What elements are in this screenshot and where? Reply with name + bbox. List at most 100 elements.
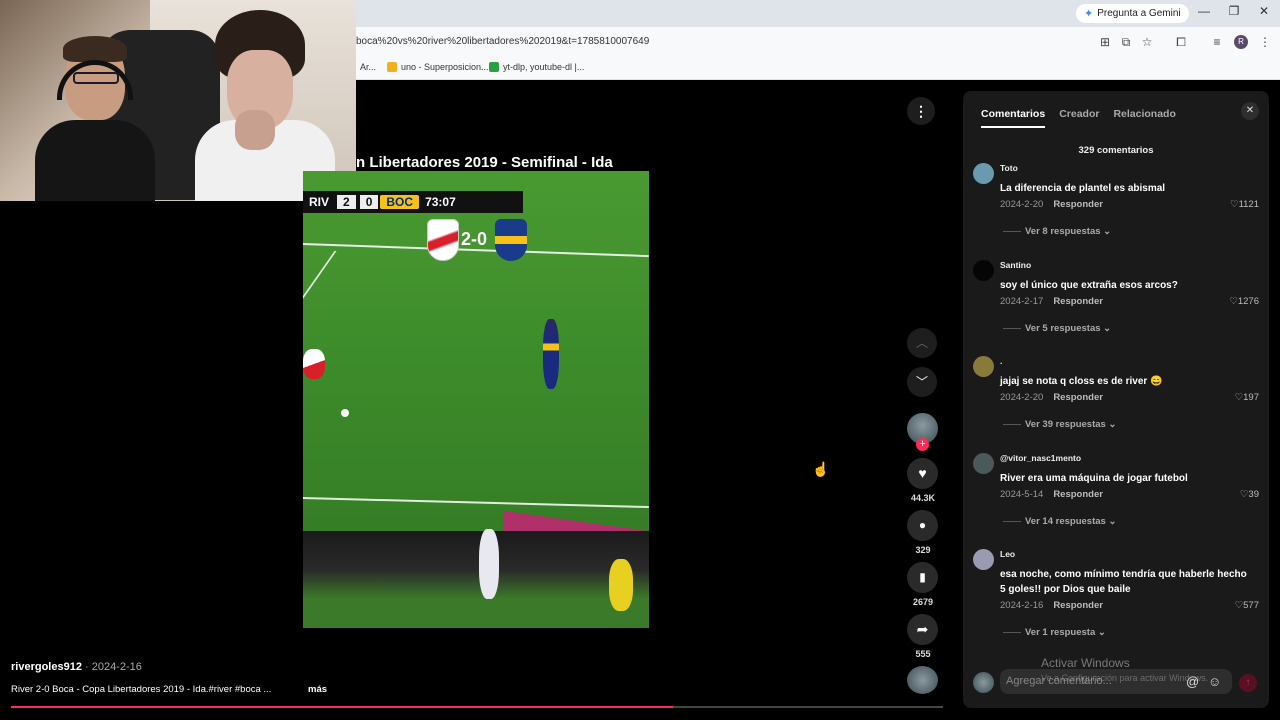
comment-meta: 2024-2-20 Responder bbox=[1000, 199, 1103, 210]
save-button[interactable]: ▮ bbox=[907, 562, 938, 593]
reply-button[interactable]: Responder bbox=[1053, 600, 1103, 611]
reply-button[interactable]: Responder bbox=[1053, 489, 1103, 500]
share-count: 555 bbox=[915, 649, 931, 659]
tab-related[interactable]: Relacionado bbox=[1113, 108, 1175, 128]
view-replies-button[interactable]: Ver 39 respuestas ⌄ bbox=[1003, 419, 1116, 430]
scorebug: RIV 2 0 BOC 73:07 bbox=[303, 191, 523, 213]
next-video-button[interactable]: ﹀ bbox=[907, 367, 937, 397]
heart-outline-icon: ♡ bbox=[1234, 600, 1244, 611]
translate-icon[interactable]: ⊞ bbox=[1098, 35, 1112, 49]
emoji-icon[interactable]: ☺ bbox=[1208, 674, 1221, 689]
away-team: BOC bbox=[380, 195, 420, 209]
more-options-button[interactable]: ⋮ bbox=[907, 97, 935, 125]
commenter-avatar[interactable] bbox=[973, 356, 994, 377]
bookmark-item[interactable]: uno - Superposicion... bbox=[387, 62, 489, 72]
view-replies-label: Ver 8 respuestas bbox=[1025, 226, 1101, 237]
profile-avatar[interactable]: R bbox=[1234, 35, 1248, 49]
view-replies-label: Ver 5 respuestas bbox=[1025, 323, 1101, 334]
comment-like-button[interactable]: ♡1276 bbox=[1229, 296, 1259, 307]
view-replies-button[interactable]: Ver 14 respuestas ⌄ bbox=[1003, 516, 1116, 527]
share-button[interactable]: ➦ bbox=[907, 614, 938, 645]
commenter-name[interactable]: Santino bbox=[1000, 260, 1031, 270]
comment-meta: 2024-2-20 Responder bbox=[1000, 392, 1103, 403]
heart-outline-icon: ♡ bbox=[1234, 392, 1244, 403]
commenter-name[interactable]: @vitor_nasc1mento bbox=[1000, 453, 1081, 463]
commenter-name[interactable]: Leo bbox=[1000, 549, 1015, 559]
bookmark-favicon-icon bbox=[387, 62, 397, 72]
comment-date: 2024-2-17 bbox=[1000, 296, 1044, 307]
close-window-icon[interactable]: ✕ bbox=[1254, 4, 1274, 18]
commenter-avatar[interactable] bbox=[973, 260, 994, 281]
commenter-avatar[interactable] bbox=[973, 163, 994, 184]
comment-like-button[interactable]: ♡1121 bbox=[1230, 199, 1259, 210]
follow-plus-icon[interactable]: + bbox=[916, 438, 929, 451]
video-progress-bar[interactable] bbox=[11, 706, 943, 708]
post-date: · 2024-2-16 bbox=[81, 661, 142, 673]
music-disc-avatar[interactable] bbox=[907, 666, 938, 694]
panel-tabs: Comentarios Creador Relacionado bbox=[981, 108, 1176, 128]
comment-text: River era uma máquina de jogar futebol bbox=[1000, 473, 1188, 484]
like-button[interactable]: ♥ bbox=[907, 458, 938, 489]
windows-activation-title: Activar Windows bbox=[1041, 656, 1130, 670]
streamer-left bbox=[35, 36, 155, 201]
bookmark-item[interactable]: yt-dlp, youtube-dl |... bbox=[489, 62, 584, 72]
commenter-avatar[interactable] bbox=[973, 453, 994, 474]
view-replies-button[interactable]: Ver 8 respuestas ⌄ bbox=[1003, 226, 1111, 237]
view-replies-button[interactable]: Ver 1 respuesta ⌄ bbox=[1003, 627, 1106, 638]
minimize-icon[interactable]: — bbox=[1194, 4, 1214, 18]
reply-button[interactable]: Responder bbox=[1053, 392, 1103, 403]
heart-outline-icon: ♡ bbox=[1229, 296, 1238, 307]
commenter-avatar[interactable] bbox=[973, 549, 994, 570]
extensions-icon[interactable]: ⧠ bbox=[1174, 35, 1188, 49]
windows-activation-subtitle: Ve a Configuración para activar Windows. bbox=[1041, 673, 1209, 683]
media-icon[interactable]: ≡ bbox=[1210, 35, 1224, 49]
tab-comments[interactable]: Comentarios bbox=[981, 108, 1046, 128]
author-line[interactable]: rivergoles912 · 2024-2-16 bbox=[11, 661, 142, 673]
bookmark-item[interactable]: Ar... bbox=[360, 62, 376, 72]
like-count: 44.3K bbox=[910, 493, 936, 503]
comment-like-button[interactable]: ♡197 bbox=[1235, 392, 1259, 403]
video-title: n Libertadores 2019 - Semifinal - Ida bbox=[356, 154, 613, 171]
home-score: 2 bbox=[337, 195, 356, 209]
sideline-crowd bbox=[303, 531, 649, 628]
caption-more-link[interactable]: más bbox=[308, 684, 327, 695]
save-count: 2679 bbox=[912, 597, 934, 607]
restore-icon[interactable]: ❐ bbox=[1224, 4, 1244, 18]
gemini-button[interactable]: ✦ Pregunta a Gemini bbox=[1076, 4, 1189, 23]
bookmark-favicon-icon bbox=[489, 62, 499, 72]
commenter-name[interactable]: . bbox=[1000, 356, 1002, 366]
previous-video-button[interactable]: ︿ bbox=[907, 328, 937, 358]
comment-date: 2024-2-20 bbox=[1000, 199, 1044, 210]
comment-text: soy el único que extraña esos arcos? bbox=[1000, 280, 1178, 291]
comment-like-button[interactable]: ♡39 bbox=[1240, 489, 1259, 500]
cast-icon[interactable]: ⧉ bbox=[1119, 35, 1133, 49]
comment-button[interactable]: ● bbox=[907, 510, 938, 541]
comment-like-button[interactable]: ♡577 bbox=[1235, 600, 1259, 611]
kebab-menu-icon[interactable]: ⋮ bbox=[1258, 35, 1272, 49]
comment-count: 329 bbox=[915, 545, 931, 555]
comment-text: esa noche, como mínimo tendría que haber… bbox=[1000, 569, 1247, 595]
comment-like-count: 577 bbox=[1243, 600, 1259, 611]
send-button[interactable]: ↑ bbox=[1239, 674, 1257, 692]
home-team: RIV bbox=[309, 195, 330, 209]
author-name[interactable]: rivergoles912 bbox=[11, 661, 82, 673]
commenter-name[interactable]: Toto bbox=[1000, 163, 1018, 173]
tab-creator[interactable]: Creador bbox=[1059, 108, 1099, 128]
heart-outline-icon: ♡ bbox=[1230, 199, 1239, 210]
reply-button[interactable]: Responder bbox=[1053, 199, 1103, 210]
address-bar[interactable]: boca%20vs%20river%20libertadores%202019&… bbox=[356, 31, 1096, 53]
match-clock: 73:07 bbox=[425, 195, 456, 209]
view-replies-button[interactable]: Ver 5 respuestas ⌄ bbox=[1003, 323, 1111, 334]
reply-button[interactable]: Responder bbox=[1053, 296, 1103, 307]
my-avatar bbox=[973, 672, 994, 693]
chevron-down-icon: ⌄ bbox=[1108, 419, 1117, 430]
comment-meta: 2024-2-17 Responder bbox=[1000, 296, 1103, 307]
bookmark-star-icon[interactable]: ☆ bbox=[1140, 35, 1154, 49]
player-boca bbox=[543, 319, 559, 389]
gemini-spark-icon: ✦ bbox=[1084, 8, 1094, 20]
video-player[interactable]: RIV 2 0 BOC 73:07 2-0 bbox=[303, 171, 649, 628]
bookmark-label: uno - Superposicion... bbox=[401, 62, 489, 72]
view-replies-label: Ver 39 respuestas bbox=[1025, 419, 1106, 430]
comment-date: 2024-5-14 bbox=[1000, 489, 1044, 500]
close-panel-icon[interactable]: ✕ bbox=[1241, 102, 1259, 120]
